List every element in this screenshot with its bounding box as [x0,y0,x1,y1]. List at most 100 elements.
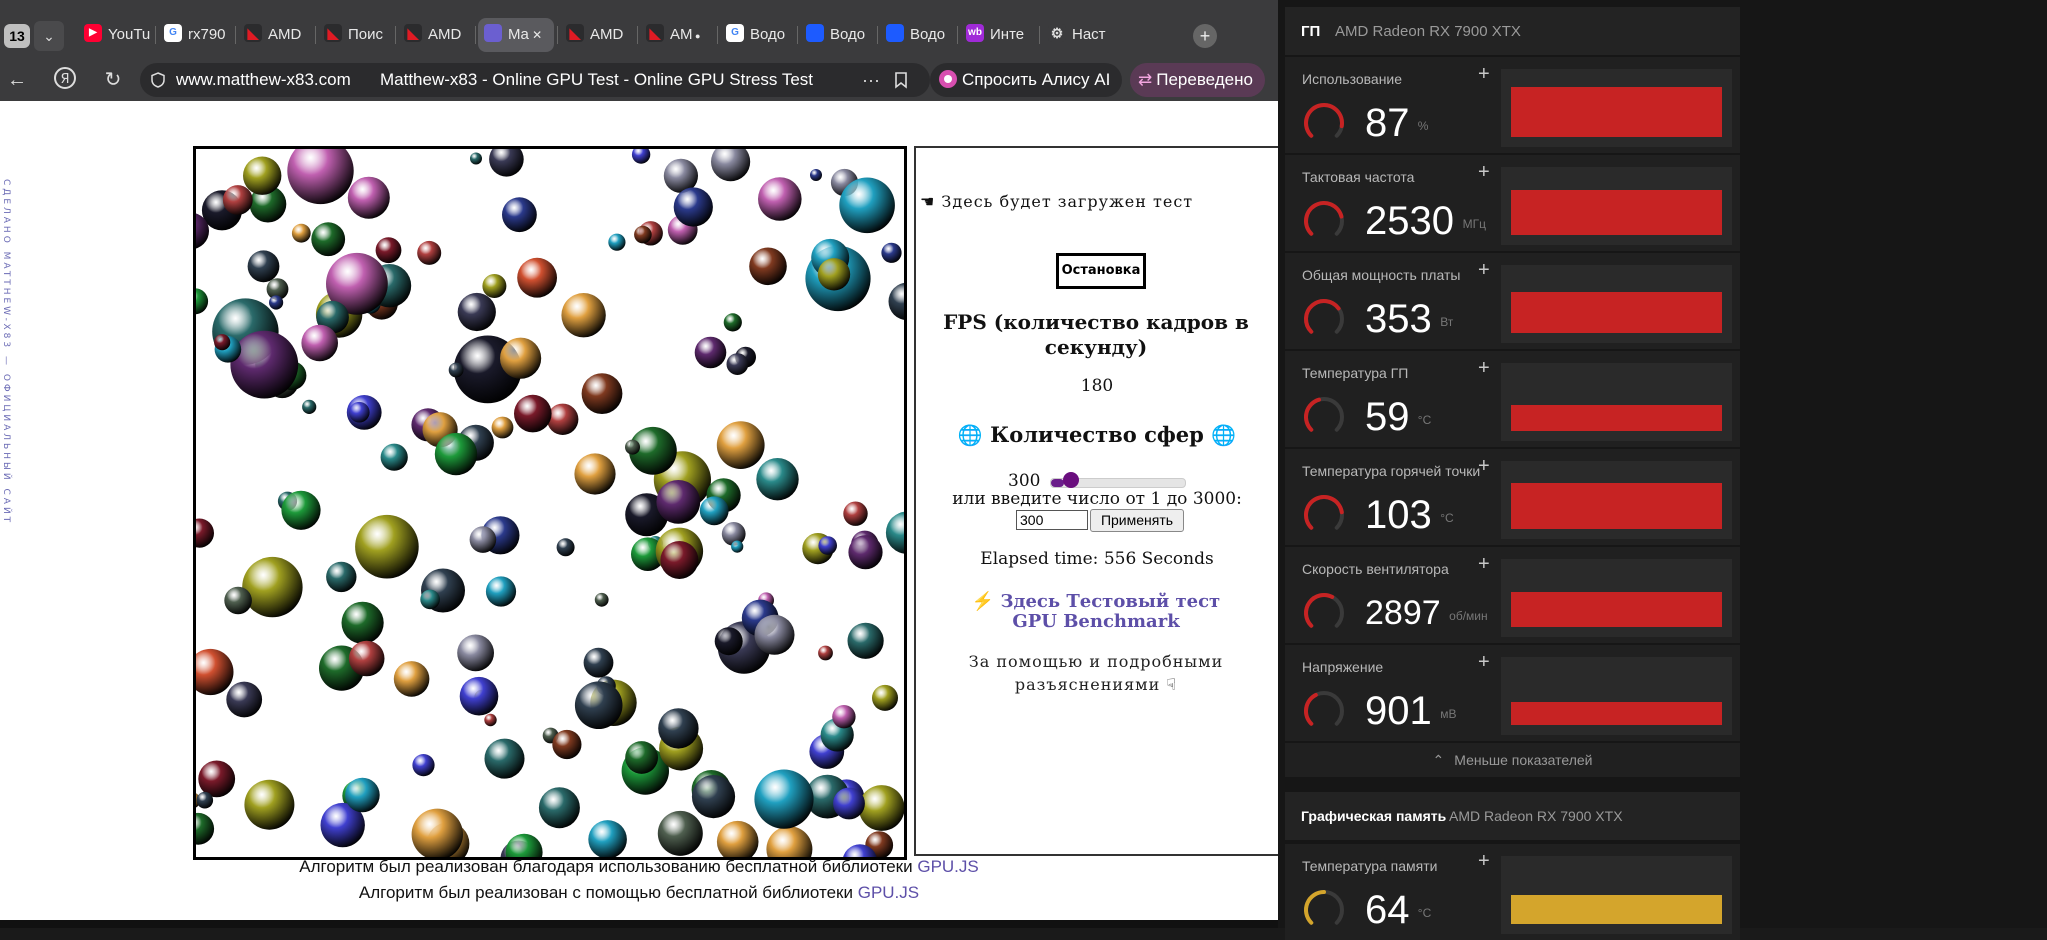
sphere [470,152,482,165]
gauge-icon [1304,201,1344,236]
tab-5[interactable]: ◣ AMD [398,18,472,52]
web-page: СДЕЛАНО MATTHEW-X83 — ОФИЦИАЛЬНЫЙ САЙТ ☚… [0,101,1278,928]
memory-gpu-name: AMD Radeon RX 7900 XTX [1449,808,1623,824]
tab-12[interactable]: wb Инте [960,18,1036,52]
tab-label: Ma [508,26,529,43]
add-metric-icon[interactable]: + [1478,553,1490,576]
translated-button[interactable]: ⇄ Переведено [1130,63,1265,97]
sphere-count-title: Количество сфер [990,422,1204,447]
gpu-site-icon [484,24,502,43]
sphere-count-heading: 🌐 Количество сфер 🌐 [916,422,1278,447]
gear-icon: ⚙ [1048,24,1066,43]
metric-label: Использование [1302,71,1403,87]
amd-metrics-column: ГП AMD Radeon RX 7900 XTX Использование +… [1285,7,1740,940]
lightning-icon: ⚡ [971,591,995,612]
google-icon: G [726,24,744,43]
tab-10[interactable]: Водо [800,18,874,52]
add-metric-icon[interactable]: + [1478,651,1490,674]
metric-history-graph [1501,167,1732,245]
sphere [731,540,744,553]
sphere [326,561,357,593]
new-tab-button[interactable]: + [1193,24,1217,48]
add-metric-icon[interactable]: + [1478,850,1490,873]
tab-6[interactable]: Ma ✕ [478,18,554,52]
add-metric-icon[interactable]: + [1478,455,1490,478]
tab-11[interactable]: Водо [880,18,954,52]
sphere [302,399,317,414]
sphere [242,556,303,618]
more-icon[interactable]: ··· [862,63,880,97]
gpujs-link-2[interactable]: GPU.JS [858,883,919,902]
sphere [547,403,579,435]
url-field[interactable]: www.matthew-x83.com Matthew-x83 - Online… [140,63,930,97]
tab-separator [637,26,638,44]
sphere [848,535,883,570]
slider-thumb[interactable] [1063,472,1079,488]
tab-3[interactable]: ◣ AMD [238,18,312,52]
sphere [500,337,542,379]
sphere-count-input[interactable]: 300 [1016,510,1088,530]
graph-fill [1511,592,1722,627]
graph-fill [1511,87,1722,137]
gauge-icon [1304,495,1344,530]
tab-9[interactable]: G Водо [720,18,794,52]
sphere [489,149,524,177]
tab-counter[interactable]: 13 [4,24,30,48]
url-host: www.matthew-x83.com [176,70,351,89]
tab-2[interactable]: Grx790 [158,18,232,52]
close-tab-icon[interactable]: ✕ [529,28,542,42]
tab-7[interactable]: ◣ AMD [560,18,634,52]
amd-icon: ◣ [646,24,664,43]
bookmark-icon[interactable] [892,71,910,89]
add-metric-icon[interactable]: + [1478,63,1490,86]
ask-alice-button[interactable]: Спросить Алису AI [930,63,1123,97]
sphere-render-canvas[interactable] [193,146,907,860]
metric-value: 2530 [1365,199,1454,243]
globe-icon: 🌐 [1211,423,1237,447]
tabs-dropdown-button[interactable]: ⌄ [34,21,64,51]
sphere [222,185,253,215]
metric-label: Температура ГП [1302,365,1409,381]
back-button[interactable]: ← [4,67,30,93]
add-metric-icon[interactable]: + [1478,357,1490,380]
spheres-scene [196,149,904,857]
tab-4[interactable]: ◣ Поис [318,18,392,52]
tab-13[interactable]: ⚙ Наст [1042,18,1116,52]
sphere [574,681,623,729]
amd-icon: ◣ [404,24,422,43]
sphere [514,394,552,433]
tab-1[interactable]: ▶ YouTu [78,18,152,52]
sphere [457,292,496,332]
reload-button[interactable]: ↻ [100,67,126,93]
stop-button[interactable]: Остановка [1056,253,1146,289]
yandex-button[interactable]: Я [52,65,78,91]
gauge-icon [1304,103,1344,138]
fewer-metrics-button[interactable]: ⌃ Меньше показателей [1285,743,1740,777]
benchmark-link[interactable]: ⚡ Здесь Тестовый тест GPU Benchmark [966,592,1226,632]
tab-8[interactable]: ◣ AM ● [640,18,714,52]
sphere [247,250,280,283]
metric-label: Скорость вентилятора [1302,561,1449,577]
help-text: За помощью и подробными разъяснениями ☟ [968,652,1224,694]
gpujs-link-1[interactable]: GPU.JS [917,857,978,876]
apply-button[interactable]: Применять [1090,509,1184,532]
gauge-icon [1304,299,1344,334]
metric-value: 901 [1365,689,1432,733]
add-metric-icon[interactable]: + [1478,259,1490,282]
sphere [817,258,851,291]
sphere [832,705,856,729]
sphere [634,225,652,244]
add-metric-icon[interactable]: + [1478,161,1490,184]
sphere [411,808,463,857]
tab-separator [797,26,798,44]
fps-title: FPS (количество кадров в секунду) [943,310,1249,359]
memory-header: Графическая память AMD Radeon RX 7900 XT… [1285,792,1740,840]
sphere [833,787,865,820]
sphere [482,274,507,298]
graph-fill [1511,292,1722,333]
sphere [583,647,614,678]
sphere [631,149,651,164]
sphere [341,601,384,644]
sphere [888,282,904,320]
ask-alice-label: Спросить Алису AI [962,70,1111,89]
